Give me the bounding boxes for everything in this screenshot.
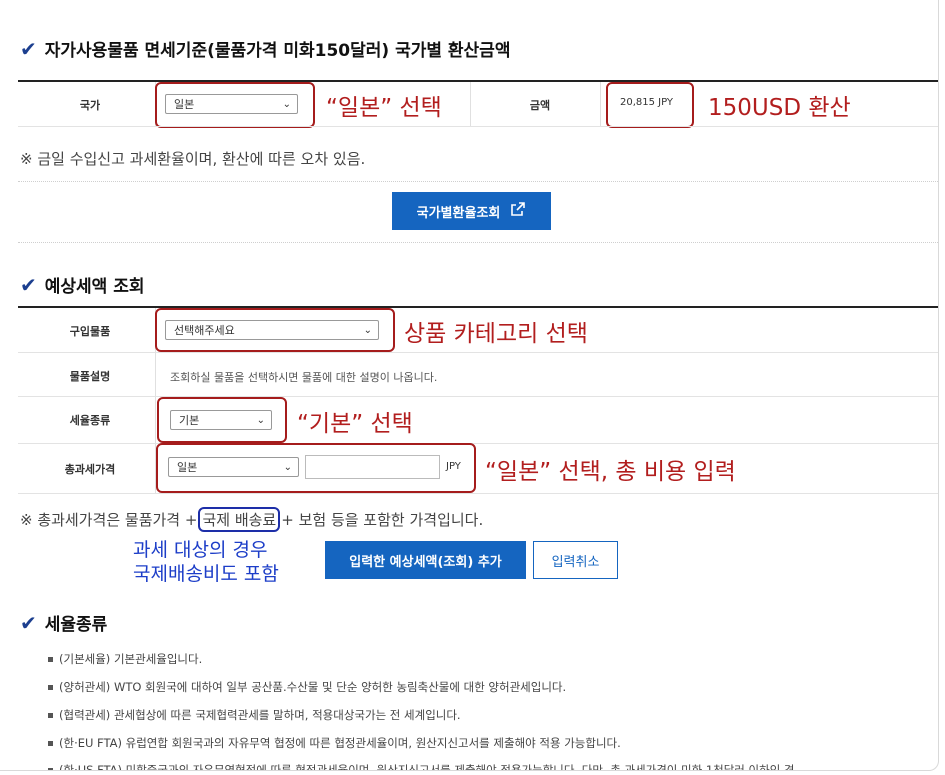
divider [18,352,938,353]
list-item: (기본세율) 기본관세율입니다. [48,651,202,667]
annotation-amount: 150USD 환산 [708,95,851,121]
highlight-box [155,82,315,128]
item-label: 구입물품 [69,325,111,338]
divider [470,82,471,126]
divider [18,126,938,127]
bullet-square-icon [48,741,53,746]
checkmark-icon: ✔ [20,36,37,61]
list-item: (양허관세) WTO 회원국에 대하여 일부 공산품.수산물 및 단순 양허한 … [48,679,566,695]
total-price-note: ※ 총과세가격은 물품가격 + 국제 배송료 + 보험 등을 포함한 가격입니다. [20,507,483,532]
exchange-note: ※ 금일 수입신고 과세환율이며, 환산에 따른 오차 있음. [20,150,366,168]
tax-type-label: 세율종류 [69,414,111,427]
divider [18,306,938,308]
list-item: (한·US FTA) 미합중국과의 자유무역협정에 따른 협정관세율이며, 원산… [48,762,795,770]
divider [18,80,938,82]
highlight-box [157,397,287,443]
divider [600,82,601,126]
desc-value: 조회하실 물품을 선택하시면 물품에 대한 설명이 나옵니다. [170,371,438,384]
exchange-lookup-button[interactable]: 국가별환율조회 [392,192,551,230]
divider [18,493,938,494]
section1-title: ✔ 자가사용물품 면세기준(물품가격 미화150달러) 국가별 환산금액 [20,36,511,62]
highlight-box [155,308,395,352]
annotation-tax: “기본” 선택 [297,411,413,437]
desc-label: 물품설명 [69,370,111,383]
calculator-panel: ✔ 자가사용물품 면세기준(물품가격 미화150달러) 국가별 환산금액 국가 … [0,0,939,771]
country-label: 국가 [79,99,101,112]
bullet-square-icon [48,657,53,662]
divider [18,396,938,397]
add-estimate-button[interactable]: 입력한 예상세액(조회) 추가 [325,541,526,579]
checkmark-icon: ✔ [20,610,37,635]
bullet-square-icon [48,768,53,770]
cancel-input-button[interactable]: 입력취소 [533,541,618,579]
total-price-label: 총과세가격 [64,463,116,476]
divider [18,443,938,444]
highlight-shipping: 국제 배송료 [198,507,281,532]
bullet-square-icon [48,713,53,718]
highlight-box [606,82,694,128]
section2-title: ✔ 예상세액 조회 [20,272,145,298]
section3-title: ✔ 세율종류 [20,610,108,636]
bullet-square-icon [48,685,53,690]
divider [18,242,938,243]
external-link-icon [510,201,526,221]
checkmark-icon: ✔ [20,272,37,297]
annotation-shipping: 과세 대상의 경우 국제배송비도 포함 [133,539,279,585]
highlight-box [156,443,476,493]
divider [18,181,938,182]
list-item: (협력관세) 관세협상에 따른 국제협력관세를 말하며, 적용대상국가는 전 세… [48,707,461,723]
list-item: (한·EU FTA) 유럽연합 회원국과의 자유무역 협정에 따른 협정관세율이… [48,735,621,751]
annotation-item: 상품 카테고리 선택 [404,321,588,347]
annotation-total: “일본” 선택, 총 비용 입력 [485,459,736,485]
amount-label: 금액 [529,99,551,112]
annotation-country: “일본” 선택 [326,95,442,121]
